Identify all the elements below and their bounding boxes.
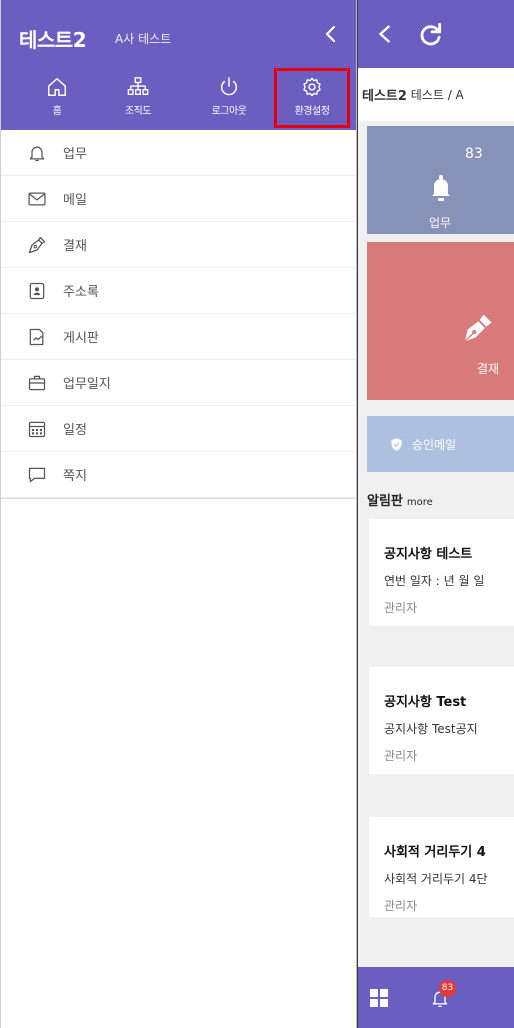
menu-item-label: 일정 (63, 423, 87, 438)
drawer-subtitle: A사 테스트 (115, 32, 172, 46)
breadcrumb-path: 테스트 / A (410, 88, 464, 102)
menu-item-label: 쪽지 (63, 469, 87, 484)
pen-icon (28, 236, 46, 253)
notice-board-title: 알림판 (367, 494, 403, 509)
notice-body: 연번 일자 : 년 월 일 (384, 574, 485, 588)
calendar-icon (28, 421, 46, 437)
drawer-header: 테스트2 A사 테스트 홈 조직도 로그아웃 환경설정 (1, 0, 356, 130)
chevron-left-icon[interactable] (319, 22, 343, 46)
bell-icon (29, 146, 45, 161)
bottom-navigation: 83 (358, 967, 514, 1028)
breadcrumb-current: 테스트2 (362, 89, 407, 104)
quick-action-home[interactable]: 홈 (22, 76, 92, 117)
breadcrumb: 테스트2 테스트 / A (358, 68, 514, 121)
message-icon (28, 467, 46, 482)
notice-author: 관리자 (384, 749, 418, 763)
approval-mail-card[interactable]: 승인메일 (367, 416, 514, 472)
quick-action-logout[interactable]: 로그아웃 (194, 76, 264, 117)
menu-item-work-log[interactable]: 업무일지 (1, 360, 356, 406)
menu-item-schedule[interactable]: 일정 (1, 406, 356, 452)
bell-icon (432, 175, 450, 201)
main-screen: 테스트2 테스트 / A 83 업무 결재 승인메일 알림판 more 공지사항 … (358, 0, 514, 1028)
menu-item-label: 주소록 (63, 285, 99, 300)
mail-icon (28, 192, 46, 205)
power-icon (220, 77, 238, 96)
drawer-title: 테스트2 (19, 28, 87, 52)
board-icon (29, 328, 44, 345)
menu-item-board[interactable]: 게시판 (1, 314, 356, 360)
menu-item-approval[interactable]: 결재 (1, 222, 356, 268)
menu-item-mail[interactable]: 메일 (1, 176, 356, 222)
menu-item-message[interactable]: 쪽지 (1, 452, 356, 498)
more-link[interactable]: more (407, 497, 433, 508)
home-icon (48, 78, 66, 96)
notice-item[interactable]: 사회적 거리두기 4 사회적 거리두기 4단 관리자 (369, 817, 514, 917)
back-icon[interactable] (374, 22, 396, 46)
task-card[interactable]: 83 업무 (367, 126, 514, 234)
notice-author: 관리자 (384, 601, 418, 615)
quick-action-label: 조직도 (124, 106, 152, 117)
quick-action-org-chart[interactable]: 조직도 (103, 76, 173, 117)
task-count: 83 (465, 146, 483, 162)
menu-item-label: 업무 (63, 147, 87, 162)
notice-item[interactable]: 공지사항 Test 공지사항 Test공지 관리자 (369, 667, 514, 774)
shield-check-icon (391, 437, 402, 451)
quick-action-label: 로그아웃 (211, 106, 247, 117)
notification-badge: 83 (439, 980, 456, 997)
menu-item-label: 메일 (63, 193, 87, 208)
menu-item-address-book[interactable]: 주소록 (1, 268, 356, 314)
notice-body: 공지사항 Test공지 (384, 722, 478, 736)
notice-title: 사회적 거리두기 4 (384, 845, 486, 860)
notice-body: 사회적 거리두기 4단 (384, 872, 488, 886)
contact-book-icon (29, 282, 45, 299)
pen-icon (464, 314, 492, 342)
approval-card[interactable]: 결재 (367, 242, 514, 400)
approval-mail-label: 승인메일 (412, 437, 457, 452)
menu-item-task[interactable]: 업무 (1, 130, 356, 176)
refresh-icon[interactable] (418, 20, 444, 48)
notice-board-header: 알림판 more (367, 490, 433, 509)
menu-item-label: 업무일지 (63, 377, 111, 392)
quick-action-label: 홈 (52, 106, 62, 117)
menu-item-label: 게시판 (63, 331, 99, 346)
task-card-label: 업무 (429, 216, 452, 230)
notice-author: 관리자 (384, 899, 418, 913)
navigation-drawer: 테스트2 A사 테스트 홈 조직도 로그아웃 환경설정 업무 메일 결재 주소록… (0, 0, 357, 1028)
briefcase-icon (28, 375, 46, 390)
settings-highlight-box (274, 68, 350, 128)
drawer-menu: 업무 메일 결재 주소록 게시판 업무일지 일정 쪽지 (1, 130, 356, 499)
notice-title: 공지사항 Test (384, 695, 467, 710)
approval-card-label: 결재 (477, 362, 500, 376)
notice-title: 공지사항 테스트 (384, 547, 473, 562)
org-chart-icon (127, 77, 149, 96)
notice-item[interactable]: 공지사항 테스트 연번 일자 : 년 월 일 관리자 (369, 519, 514, 626)
main-top-bar (358, 0, 514, 68)
grid-icon[interactable] (370, 989, 388, 1007)
menu-item-label: 결재 (63, 239, 87, 254)
